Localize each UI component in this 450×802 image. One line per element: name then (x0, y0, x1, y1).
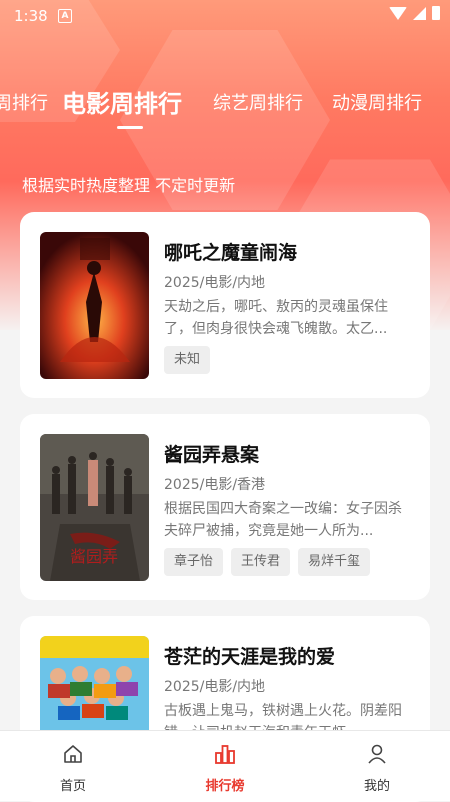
card-tags: 未知 (164, 346, 211, 374)
nav-mine-label: 我的 (363, 779, 390, 794)
tab-movie-weekly[interactable]: 电影周排行 (62, 86, 182, 122)
status-time: 1:38 (14, 7, 48, 25)
nav-ranking[interactable]: 排行榜 (180, 731, 270, 801)
card-meta: 2025/电影/内地 (164, 679, 266, 695)
card-meta: 2025/电影/内地 (164, 275, 266, 291)
card-meta: 2025/电影/香港 (164, 477, 266, 493)
nav-mine[interactable]: 我的 (332, 731, 422, 801)
nav-home[interactable]: 首页 (28, 731, 118, 801)
home-icon (64, 745, 82, 763)
status-bar: 1:38 A (0, 0, 450, 32)
card-description: 根据民国四大奇案之一改编：女子因杀夫碎尸被捕，究竟是她一人所为... (164, 501, 402, 539)
tag: 章子怡 (164, 548, 224, 576)
tab-anime-weekly[interactable]: 动漫周排行 (332, 86, 422, 122)
chart-icon (215, 745, 235, 764)
tab-variety-weekly[interactable]: 综艺周排行 (213, 86, 303, 122)
user-icon (368, 744, 386, 764)
poster-image: 酱园弄 (40, 434, 149, 581)
battery-icon (432, 6, 440, 20)
card-title: 哪吒之魔童闹海 (164, 242, 298, 264)
tab-weekly[interactable]: 周排行 (0, 86, 48, 122)
rank-tabs: 周排行 电影周排行 综艺周排行 动漫周排行 (0, 86, 450, 129)
page-subtitle: 根据实时热度整理 不定时更新 (22, 176, 236, 195)
poster-image (40, 232, 149, 379)
card-title: 酱园弄悬案 (164, 444, 260, 466)
wifi-icon (389, 6, 407, 20)
notification-a-icon: A (58, 9, 72, 23)
active-tab-indicator (117, 126, 143, 129)
tag: 未知 (164, 346, 211, 374)
card-title: 苍茫的天涯是我的爱 (164, 646, 336, 668)
nav-ranking-label: 排行榜 (205, 779, 245, 794)
ranking-card[interactable]: 哪吒之魔童闹海 2025/电影/内地 天劫之后，哪吒、敖丙的灵魂虽保住了，但肉身… (20, 212, 430, 398)
svg-text:酱园弄: 酱园弄 (70, 547, 118, 566)
bottom-navigation: 首页 排行榜 我的 (0, 730, 450, 801)
nav-home-label: 首页 (59, 779, 86, 794)
tag: 王传君 (231, 548, 291, 576)
ranking-card[interactable]: 酱园弄 酱园弄悬案 2025/电影/香港 根据民国四大奇案之一改编：女子因杀夫碎… (20, 414, 430, 600)
card-tags: 章子怡 王传君 易烊千玺 (164, 548, 371, 576)
tag: 易烊千玺 (298, 548, 371, 576)
signal-icon (413, 6, 426, 20)
card-description: 天劫之后，哪吒、敖丙的灵魂虽保住了，但肉身很快会魂飞魄散。太乙... (164, 299, 388, 337)
